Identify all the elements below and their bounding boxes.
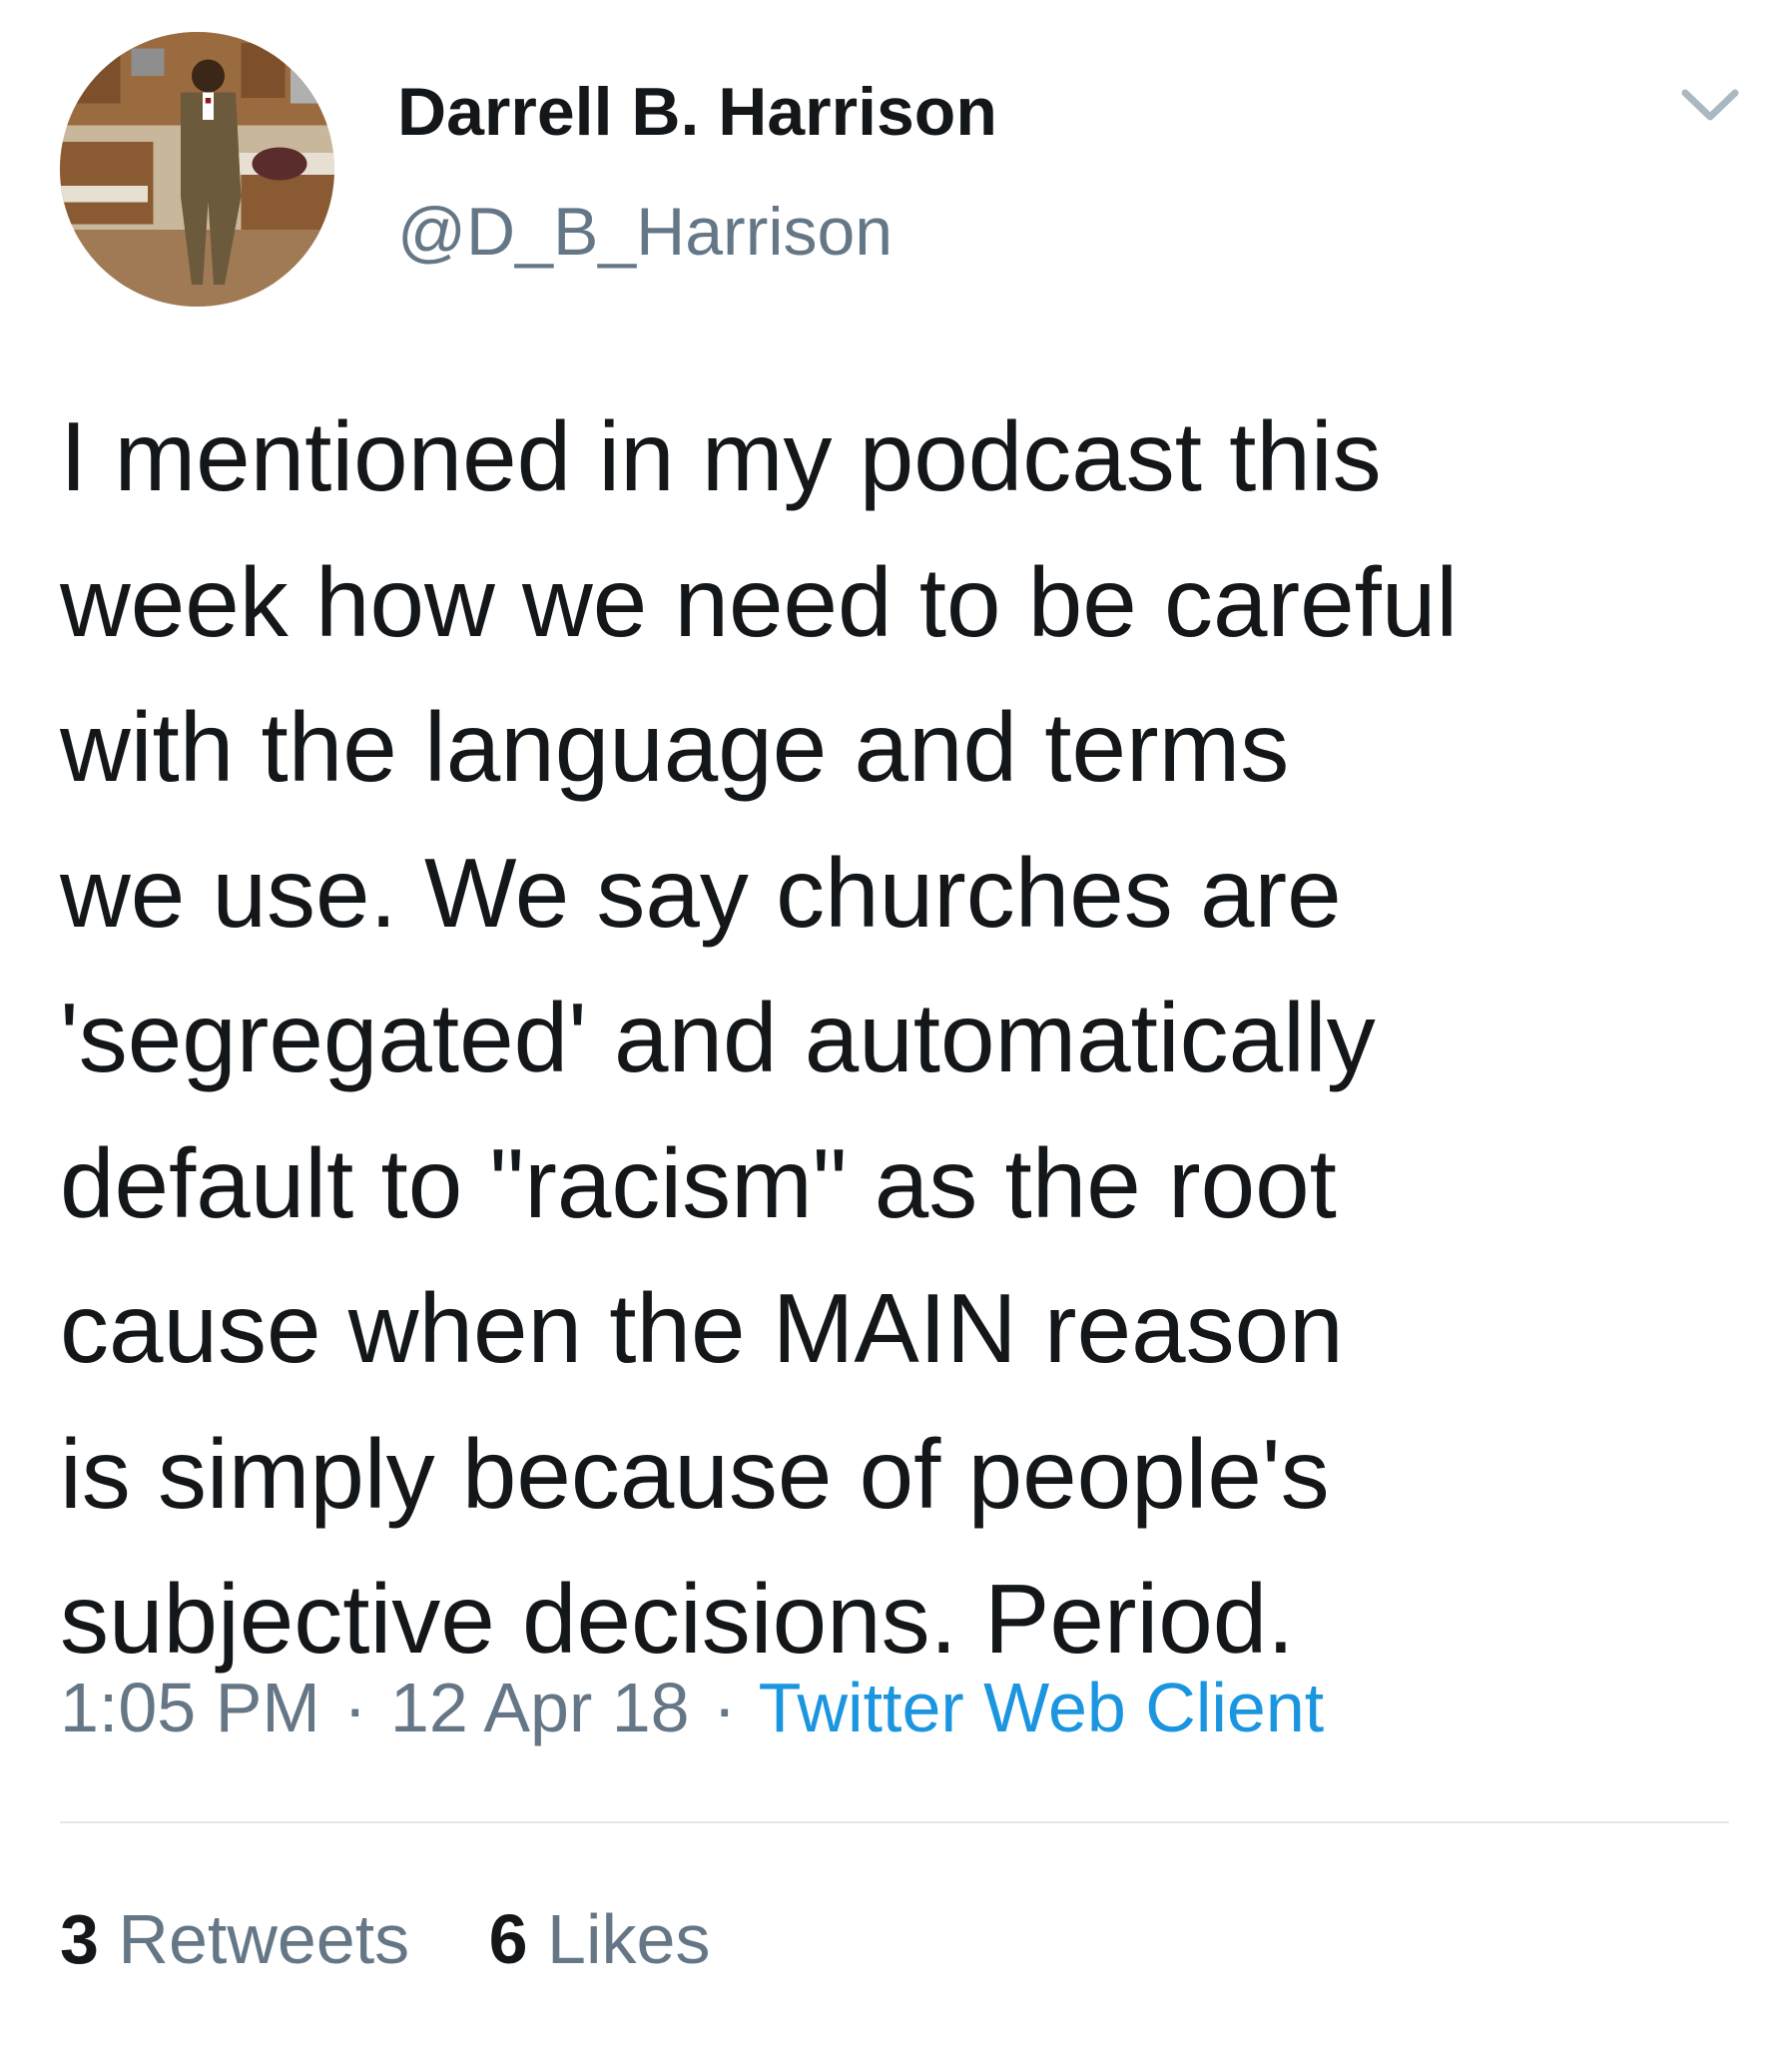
divider [60,1821,1729,1823]
author-handle[interactable]: @D_B_Harrison [397,192,893,272]
retweets-label: Retweets [118,1900,410,1978]
more-options-button[interactable] [1679,85,1741,127]
tweet-time[interactable]: 1:05 PM [60,1669,320,1746]
tweet-text-line: we use. We say churches are [60,837,1342,948]
tweet-text-line: is simply because of people's [60,1418,1330,1529]
likes-count: 6 [488,1900,528,1978]
likes-stat[interactable]: 6 Likes [489,1897,711,1981]
tweet-stats: 3 Retweets 6 Likes [60,1897,710,1981]
retweets-stat[interactable]: 3 Retweets [60,1897,409,1981]
likes-label: Likes [547,1900,711,1978]
chevron-down-icon [1681,89,1739,121]
tweet-date[interactable]: 12 Apr 18 [390,1669,690,1746]
tweet-text-line: default to "racism" as the root [60,1127,1337,1238]
meta-separator: · [713,1669,737,1746]
avatar-photo [60,32,334,307]
meta-separator: · [343,1669,367,1746]
tweet-card: Darrell B. Harrison @D_B_Harrison I ment… [0,0,1792,2045]
tweet-text: I mentioned in my podcast this week how … [60,384,1757,1693]
author-avatar[interactable] [60,32,334,307]
author-display-name[interactable]: Darrell B. Harrison [397,72,997,152]
tweet-meta: 1:05 PM · 12 Apr 18 · Twitter Web Client [60,1666,1324,1749]
tweet-text-line: cause when the MAIN reason [60,1273,1344,1383]
tweet-text-line: with the language and terms [60,692,1290,802]
retweets-count: 3 [60,1900,99,1978]
tweet-text-line: I mentioned in my podcast this [60,401,1382,511]
tweet-source-link[interactable]: Twitter Web Client [759,1669,1325,1746]
tweet-text-line: week how we need to be careful [60,546,1459,657]
tweet-text-line: 'segregated' and automatically [60,983,1376,1092]
